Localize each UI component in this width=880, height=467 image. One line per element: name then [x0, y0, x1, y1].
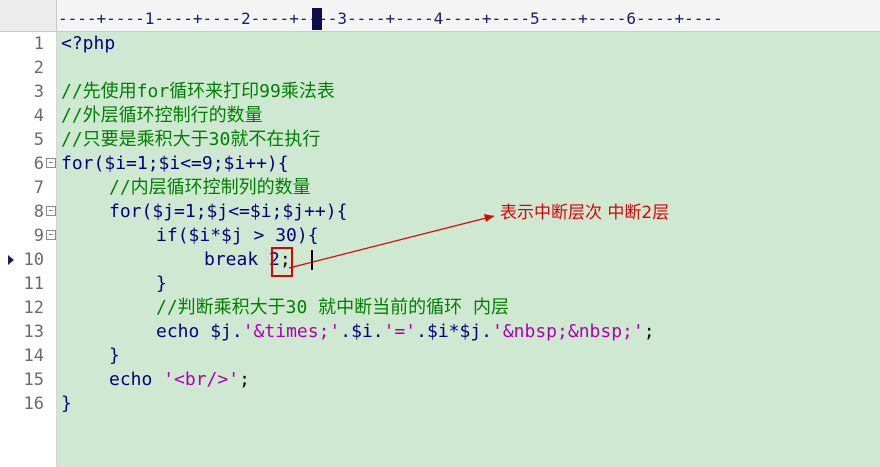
annotation-label: 表示中断层次 中断2层 — [500, 203, 670, 223]
comment: //内层循环控制列的数量 — [109, 177, 311, 198]
keyword-break: break — [204, 249, 259, 270]
line-number: 14 — [23, 346, 44, 366]
line-number: 4 — [33, 106, 44, 126]
string-literal: '=' — [383, 321, 417, 342]
line-number: 8 — [33, 202, 44, 222]
code-line-6[interactable]: for($i=1;$i<=9;$i++){ — [61, 152, 289, 176]
line-number: 12 — [23, 298, 44, 318]
column-ruler: ----+----1----+----2----+----3----+----4… — [0, 0, 880, 32]
line-number-gutter[interactable]: 1 2 3 4 5 6 7 8 9 10 11 12 13 14 15 16 −… — [0, 32, 57, 467]
closing-brace: } — [109, 345, 120, 366]
code-line-8[interactable]: for($j=1;$j<=$i;$j++){ — [109, 200, 347, 224]
fold-toggle-icon[interactable]: − — [46, 206, 56, 216]
string-literal: '<br/>' — [163, 369, 240, 390]
keyword-if: if — [156, 225, 178, 246]
code-line-12[interactable]: //判断乘积大于30 就中断当前的循环 内层 — [156, 296, 509, 320]
closing-brace: } — [61, 393, 72, 414]
code-text: $j. — [199, 321, 243, 342]
code-line-11[interactable]: } — [156, 272, 167, 296]
line-number: 16 — [23, 394, 44, 414]
code-line-16[interactable]: } — [61, 392, 72, 416]
semicolon: ; — [643, 321, 655, 342]
comment: //先使用for循环来打印99乘法表 — [61, 81, 335, 102]
string-literal: '&times;' — [242, 321, 341, 342]
code-line-5[interactable]: //只要是乘积大于30就不在执行 — [61, 128, 320, 152]
code-editor[interactable]: <?php //先使用for循环来打印99乘法表 //外层循环控制行的数量 //… — [57, 32, 880, 467]
code-line-13[interactable]: echo $j.'&times;'.$i.'='.$i*$j.'&nbsp;&n… — [156, 320, 655, 344]
line-number: 2 — [33, 58, 44, 78]
code-text: ($i=1;$i<=9;$i++){ — [93, 153, 289, 174]
code-text: ($j=1;$j<=$i;$j++){ — [141, 201, 348, 222]
php-open-tag: <?php — [61, 33, 116, 54]
line-number: 15 — [23, 370, 44, 390]
code-line-15[interactable]: echo '<br/>'; — [109, 368, 250, 392]
line-number: 13 — [23, 322, 44, 342]
current-line-marker-icon — [8, 255, 14, 265]
code-line-4[interactable]: //外层循环控制行的数量 — [61, 104, 263, 128]
closing-brace: } — [156, 273, 167, 294]
text-cursor — [311, 250, 313, 270]
code-text: ($i*$j > 30){ — [177, 225, 319, 246]
keyword-echo: echo — [109, 369, 153, 390]
code-text: .$i. — [340, 321, 384, 342]
comment: //判断乘积大于30 就中断当前的循环 内层 — [156, 297, 510, 318]
code-line-1[interactable]: <?php — [61, 32, 115, 56]
line-number: 10 — [23, 250, 44, 270]
line-number: 11 — [23, 274, 44, 294]
ruler-gutter — [0, 0, 57, 31]
comment: //外层循环控制行的数量 — [61, 105, 263, 126]
string-literal: '&nbsp;&nbsp;' — [492, 321, 644, 342]
code-line-3[interactable]: //先使用for循环来打印99乘法表 — [61, 80, 335, 104]
line-number: 3 — [33, 82, 44, 102]
ruler-cursor-marker — [312, 8, 322, 30]
line-number: 1 — [33, 34, 44, 54]
highlight-box — [271, 247, 293, 277]
fold-toggle-icon[interactable]: − — [46, 230, 56, 240]
line-number: 9 — [33, 226, 44, 246]
code-line-14[interactable]: } — [109, 344, 120, 368]
line-number: 7 — [33, 178, 44, 198]
ruler-scale: ----+----1----+----2----+----3----+----4… — [58, 9, 723, 28]
code-line-7[interactable]: //内层循环控制列的数量 — [109, 176, 311, 200]
line-number: 6 — [33, 154, 44, 174]
code-text: .$i*$j. — [416, 321, 492, 342]
keyword-for: for — [61, 153, 94, 174]
keyword-for: for — [109, 201, 142, 222]
code-line-9[interactable]: if($i*$j > 30){ — [156, 224, 319, 248]
semicolon: ; — [239, 369, 250, 390]
line-number: 5 — [33, 130, 44, 150]
comment: //只要是乘积大于30就不在执行 — [61, 129, 321, 150]
keyword-echo: echo — [156, 321, 200, 342]
fold-toggle-icon[interactable]: − — [46, 158, 56, 168]
